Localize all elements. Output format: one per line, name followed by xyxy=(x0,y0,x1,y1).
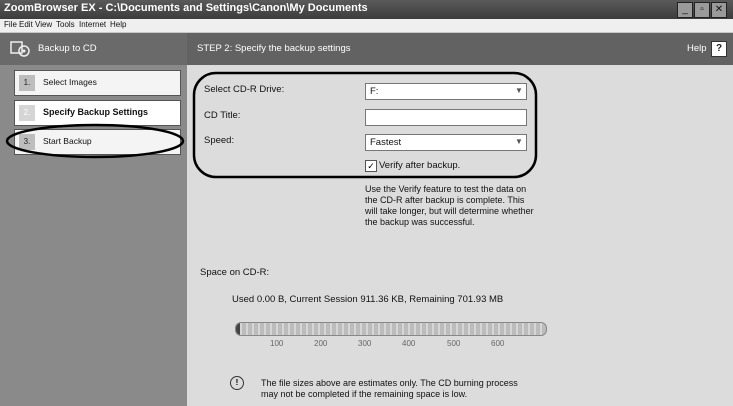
note-line: may not be completed if the remaining sp… xyxy=(261,389,468,399)
tick-label: 200 xyxy=(314,339,328,348)
tick-label: 500 xyxy=(447,339,461,348)
window-title: ZoomBrowser EX - C:\Documents and Settin… xyxy=(4,2,368,14)
chevron-down-icon: ▼ xyxy=(515,137,523,146)
maximize-button[interactable]: ▫ xyxy=(694,2,710,18)
close-button[interactable]: ✕ xyxy=(711,2,727,18)
help-line: the backup was successful. xyxy=(365,217,475,227)
help-line: Use the Verify feature to test the data … xyxy=(365,184,527,194)
verify-help-text: Use the Verify feature to test the data … xyxy=(365,184,565,228)
menu-edit[interactable]: Edit xyxy=(19,20,33,29)
step-number: 1. xyxy=(19,75,35,91)
tick-label: 400 xyxy=(402,339,416,348)
note-line: The file sizes above are estimates only.… xyxy=(261,378,518,388)
step-header: STEP 2: Specify the backup settings Help… xyxy=(187,33,733,65)
drive-value: F: xyxy=(370,86,379,97)
info-icon: ! xyxy=(230,376,244,390)
capacity-fill xyxy=(236,323,240,335)
main-panel: Select CD-R Drive: F: ▼ CD Title: Speed:… xyxy=(187,65,733,406)
capacity-bar xyxy=(235,322,547,336)
menu-file[interactable]: File xyxy=(4,20,17,29)
step-number: 2. xyxy=(19,105,35,121)
step-label: Specify Backup Settings xyxy=(43,107,149,117)
menu-bar: File Edit View Tools Internet Help xyxy=(0,19,733,33)
highlight-ellipse xyxy=(5,123,185,159)
space-label: Space on CD-R: xyxy=(200,267,270,278)
help-label[interactable]: Help xyxy=(687,43,707,54)
tick-label: 100 xyxy=(270,339,284,348)
step-label: Select Images xyxy=(43,77,97,87)
menu-view[interactable]: View xyxy=(35,20,52,29)
help-line: the CD-R after backup is complete. This xyxy=(365,195,525,205)
title-bar: ZoomBrowser EX - C:\Documents and Settin… xyxy=(0,0,733,19)
estimate-note: The file sizes above are estimates only.… xyxy=(261,378,561,400)
sidebar: 1. Select Images 2. Specify Backup Setti… xyxy=(0,65,187,406)
chevron-down-icon: ▼ xyxy=(515,86,523,95)
tick-label: 300 xyxy=(358,339,372,348)
help-icon[interactable]: ? xyxy=(711,41,727,57)
sidebar-header: Backup to CD xyxy=(0,33,187,65)
tick-label: 600 xyxy=(491,339,505,348)
sidebar-title: Backup to CD xyxy=(38,43,97,54)
backup-icon xyxy=(10,41,30,57)
speed-value: Fastest xyxy=(370,137,402,148)
menu-help[interactable]: Help xyxy=(110,20,126,29)
verify-label[interactable]: Verify after backup. xyxy=(379,160,460,171)
space-summary: Used 0.00 B, Current Session 911.36 KB, … xyxy=(232,294,504,305)
sidebar-item-select-images[interactable]: 1. Select Images xyxy=(14,70,181,96)
speed-label: Speed: xyxy=(204,135,235,146)
title-label: CD Title: xyxy=(204,110,241,121)
help-line: will take longer, but will determine whe… xyxy=(365,206,534,216)
menu-internet[interactable]: Internet xyxy=(79,20,106,29)
minimize-button[interactable]: _ xyxy=(677,2,693,18)
cd-title-input[interactable] xyxy=(365,109,527,126)
drive-label: Select CD-R Drive: xyxy=(204,84,285,95)
menu-tools[interactable]: Tools xyxy=(56,20,75,29)
verify-checkbox[interactable]: ✓ xyxy=(365,160,377,172)
speed-select[interactable]: Fastest ▼ xyxy=(365,134,527,151)
step-title: STEP 2: Specify the backup settings xyxy=(197,43,351,54)
drive-select[interactable]: F: ▼ xyxy=(365,83,527,100)
